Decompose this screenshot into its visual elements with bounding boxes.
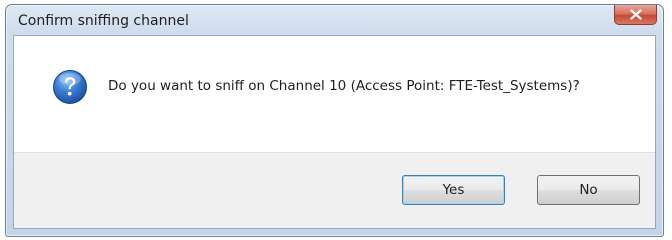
message-area: Do you want to sniff on Channel 10 (Acce… (14, 36, 655, 152)
dialog-client-area: Do you want to sniff on Channel 10 (Acce… (13, 35, 656, 229)
yes-button[interactable]: Yes (402, 175, 505, 205)
confirm-message: Do you want to sniff on Channel 10 (Acce… (108, 78, 580, 94)
close-x-icon (629, 9, 642, 20)
title-bar[interactable]: Confirm sniffing channel (6, 5, 663, 35)
confirm-dialog: Confirm sniffing channel Do you want to … (5, 4, 664, 237)
no-button[interactable]: No (537, 175, 640, 205)
window-title: Confirm sniffing channel (18, 13, 189, 29)
question-icon (53, 70, 87, 104)
button-bar: Yes No (14, 152, 655, 228)
close-button[interactable] (614, 5, 657, 25)
